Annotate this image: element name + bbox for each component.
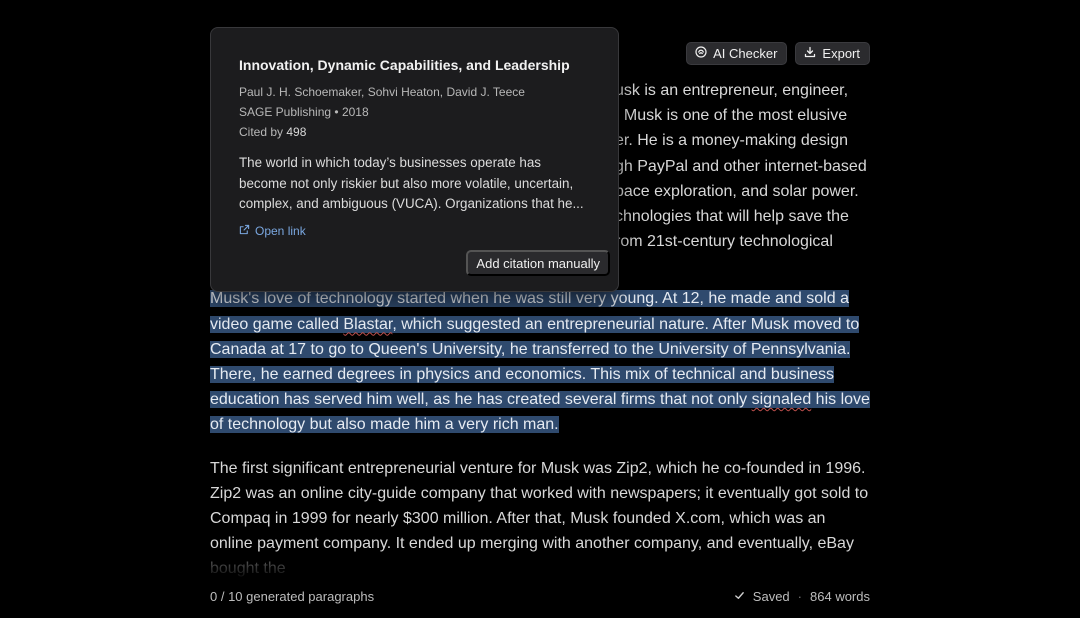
word-count: 864 words bbox=[810, 589, 870, 604]
generated-paragraphs-count: 0 / 10 generated paragraphs bbox=[210, 589, 375, 604]
selected-text: Musk's love of technology started when h… bbox=[210, 290, 870, 434]
separator: · bbox=[797, 589, 803, 604]
save-status: Saved · 864 words bbox=[734, 589, 870, 604]
editor-toolbar: AI Checker Export bbox=[686, 42, 870, 65]
open-link[interactable]: Open link bbox=[239, 224, 306, 238]
open-link-label: Open link bbox=[255, 224, 306, 238]
export-button[interactable]: Export bbox=[795, 42, 870, 65]
citation-publisher-year: SAGE Publishing • 2018 bbox=[239, 105, 369, 119]
check-icon bbox=[734, 589, 745, 604]
paragraph-2-selected: Musk's love of technology started when h… bbox=[210, 286, 872, 437]
paragraph-1-line: chnologies that will help save the bbox=[615, 208, 849, 226]
citation-authors: Paul J. H. Schoemaker, Sohvi Heaton, Dav… bbox=[239, 85, 525, 99]
ai-checker-label: AI Checker bbox=[713, 46, 778, 61]
citation-publisher: SAGE Publishing bbox=[239, 105, 332, 119]
status-bar: 0 / 10 generated paragraphs Saved · 864 … bbox=[210, 589, 870, 604]
paragraph-1-line: pace exploration, and solar power. bbox=[615, 182, 859, 200]
add-citation-manually-button[interactable]: Add citation manually bbox=[466, 250, 610, 276]
download-icon bbox=[804, 46, 816, 61]
cited-by-count: 498 bbox=[286, 125, 307, 139]
citation-abstract: The world in which today’s businesses op… bbox=[239, 155, 584, 211]
citation-title: Innovation, Dynamic Capabilities, and Le… bbox=[239, 57, 570, 73]
export-label: Export bbox=[822, 46, 860, 61]
external-link-icon bbox=[239, 224, 250, 238]
citation-cited-by: Cited by 498 bbox=[239, 122, 590, 142]
cited-by-label: Cited by bbox=[239, 125, 284, 139]
paragraph-1-line: rom 21st-century technological bbox=[615, 233, 833, 251]
misspelled-word[interactable]: signaled bbox=[752, 391, 812, 408]
ai-checker-button[interactable]: AI Checker bbox=[686, 42, 788, 65]
citation-year: 2018 bbox=[341, 105, 369, 119]
paragraph-1-line: usk is an entrepreneur, engineer, bbox=[615, 82, 849, 99]
citation-popover: Innovation, Dynamic Capabilities, and Le… bbox=[210, 27, 619, 292]
paragraph-1-line: , Musk is one of the most elusive bbox=[615, 107, 848, 125]
ai-checker-icon bbox=[695, 46, 707, 61]
saved-label: Saved bbox=[752, 589, 790, 604]
paragraph-1-line: er. He is a money-making design bbox=[615, 132, 848, 150]
paragraph-1-line: gh PayPal and other internet-based bbox=[615, 157, 867, 175]
misspelled-word[interactable]: Blastar bbox=[343, 316, 392, 333]
